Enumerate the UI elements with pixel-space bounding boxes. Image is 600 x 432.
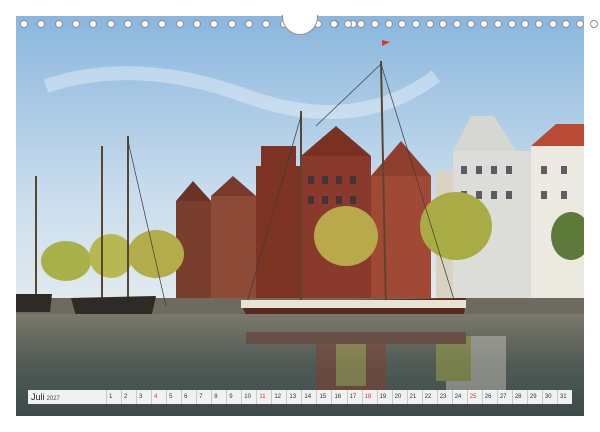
binding-hole (227, 20, 236, 28)
binding-hole (343, 20, 352, 28)
binding-hole (562, 20, 571, 28)
binding-hole (494, 20, 502, 28)
binding-hole (548, 20, 557, 28)
binding-hole (357, 20, 366, 28)
binding-hole (466, 20, 475, 28)
day-cell: 5 (166, 390, 181, 404)
calendar-photo (16, 16, 584, 416)
binding-hole (576, 20, 584, 28)
month-name: Juli (31, 392, 45, 402)
binding-hole (123, 20, 132, 28)
binding-hole (439, 20, 448, 28)
day-cell: 29 (526, 390, 542, 404)
binding-hole (54, 20, 63, 28)
binding-hole (20, 20, 28, 28)
binding-hole (425, 20, 434, 28)
binding-hole (71, 20, 80, 28)
month-strip: Juli 2027 1 2 3 4 5 6 7 8 9 10 11 12 13 14 15 16 17 18 19 20… (28, 390, 572, 404)
day-cell: 25 (466, 390, 482, 404)
day-cell: 11 (256, 390, 271, 404)
binding-hole (106, 20, 115, 28)
day-cell: 15 (316, 390, 331, 404)
binding-hole (535, 20, 543, 28)
day-cell: 16 (331, 390, 346, 404)
binding-hole (589, 20, 598, 28)
day-cell: 10 (241, 390, 256, 404)
binding-hole (89, 20, 98, 28)
binding-hole (158, 20, 167, 28)
year-label: 2027 (46, 396, 60, 402)
day-cell: 4 (151, 390, 166, 404)
binding-hole (384, 20, 393, 28)
binding-hole (141, 20, 150, 28)
day-cell: 28 (511, 390, 527, 404)
binding-hole (480, 20, 489, 28)
binding-hole (175, 20, 184, 28)
day-cell: 27 (496, 390, 512, 404)
day-cell: 8 (211, 390, 226, 404)
binding-hole (193, 20, 201, 28)
day-cells: 1 2 3 4 5 6 7 8 9 10 11 12 13 14 15 16 17 18 19 20 21 22 23 24 2… (106, 390, 572, 404)
day-cell: 12 (271, 390, 286, 404)
day-cell: 31 (556, 390, 572, 404)
day-cell: 19 (376, 390, 392, 404)
day-cell: 3 (136, 390, 151, 404)
binding-hole (453, 20, 461, 28)
day-cell: 14 (301, 390, 316, 404)
binding-hole (210, 20, 219, 28)
calendar-page: Juli 2027 1 2 3 4 5 6 7 8 9 10 11 12 13 14 15 16 17 18 19 20… (0, 0, 600, 432)
day-cell: 24 (451, 390, 467, 404)
day-cell: 23 (436, 390, 452, 404)
day-cell: 21 (406, 390, 422, 404)
binding-hole (398, 20, 407, 28)
day-cell: 6 (181, 390, 196, 404)
day-cell: 2 (121, 390, 136, 404)
binding-hole (412, 20, 420, 28)
binding-hole (371, 20, 379, 28)
day-cell: 7 (196, 390, 211, 404)
day-cell: 30 (541, 390, 557, 404)
month-label: Juli 2027 (28, 390, 106, 404)
binding-hole (244, 20, 253, 28)
day-cell: 9 (226, 390, 241, 404)
day-cell: 26 (481, 390, 497, 404)
day-cell: 1 (106, 390, 121, 404)
binding-hole (37, 20, 46, 28)
binding-hole (507, 20, 516, 28)
day-cell: 17 (346, 390, 362, 404)
binding-hole (262, 20, 271, 28)
day-cell: 20 (391, 390, 407, 404)
day-cell: 18 (361, 390, 377, 404)
binding-hole (521, 20, 530, 28)
day-cell: 13 (286, 390, 301, 404)
binding-hole (330, 20, 338, 28)
day-cell: 22 (421, 390, 437, 404)
